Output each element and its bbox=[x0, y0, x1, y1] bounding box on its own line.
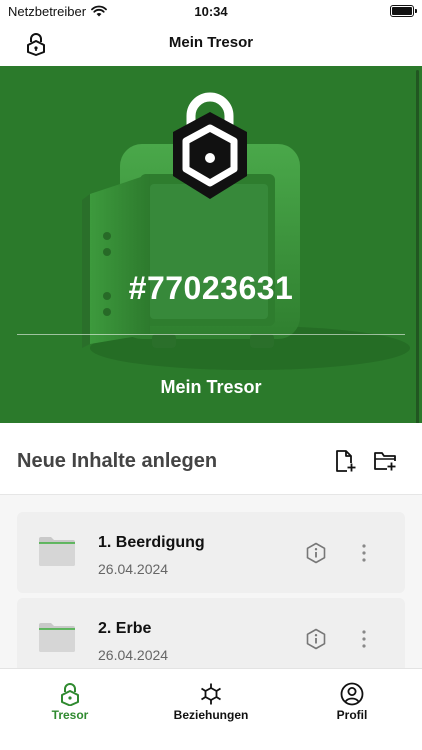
folder-icon bbox=[39, 623, 75, 652]
tab-label: Tresor bbox=[51, 708, 89, 722]
item-date: 26.04.2024 bbox=[98, 561, 169, 577]
new-folder-button[interactable] bbox=[373, 450, 397, 472]
safe-illustration bbox=[82, 92, 410, 370]
tab-bar: Tresor Beziehungen Profil bbox=[0, 668, 422, 750]
lock-icon bbox=[61, 683, 79, 706]
folder-icon bbox=[39, 537, 75, 566]
tab-label: Beziehungen bbox=[173, 708, 249, 722]
profile-icon bbox=[340, 682, 364, 706]
vault-hero: #77023631 Mein Tresor bbox=[0, 66, 422, 423]
create-content-title: Neue Inhalte anlegen bbox=[17, 450, 218, 472]
tab-tresor[interactable]: Tresor bbox=[0, 669, 140, 729]
create-content-section: Neue Inhalte anlegen bbox=[0, 423, 422, 495]
item-title: 1. Beerdigung bbox=[98, 534, 205, 551]
new-file-button[interactable] bbox=[334, 449, 356, 473]
tab-beziehungen[interactable]: Beziehungen bbox=[141, 669, 281, 729]
item-title: 2. Erbe bbox=[98, 620, 152, 637]
list-item[interactable]: 2. Erbe 26.04.2024 bbox=[17, 598, 405, 668]
vault-content-list: 1. Beerdigung 26.04.2024 2. Erbe 26.04.2… bbox=[0, 495, 422, 668]
vault-title: Mein Tresor bbox=[160, 377, 262, 397]
network-icon bbox=[201, 683, 221, 705]
info-icon[interactable] bbox=[305, 628, 327, 650]
navigation-bar: Mein Tresor bbox=[0, 22, 422, 66]
info-icon[interactable] bbox=[305, 542, 327, 564]
page-title: Mein Tresor bbox=[168, 34, 254, 51]
vault-number: #77023631 bbox=[128, 270, 294, 306]
hero-divider bbox=[17, 334, 405, 335]
tab-profil[interactable]: Profil bbox=[282, 669, 422, 729]
list-item[interactable]: 1. Beerdigung 26.04.2024 bbox=[17, 512, 405, 593]
clock: 10:34 bbox=[194, 4, 228, 19]
more-options-icon[interactable] bbox=[356, 628, 372, 650]
more-options-icon[interactable] bbox=[356, 542, 372, 564]
item-date: 26.04.2024 bbox=[98, 647, 169, 663]
status-bar: Netzbetreiber 10:34 bbox=[0, 0, 422, 22]
tab-label: Profil bbox=[336, 708, 368, 722]
battery-icon bbox=[390, 5, 417, 17]
